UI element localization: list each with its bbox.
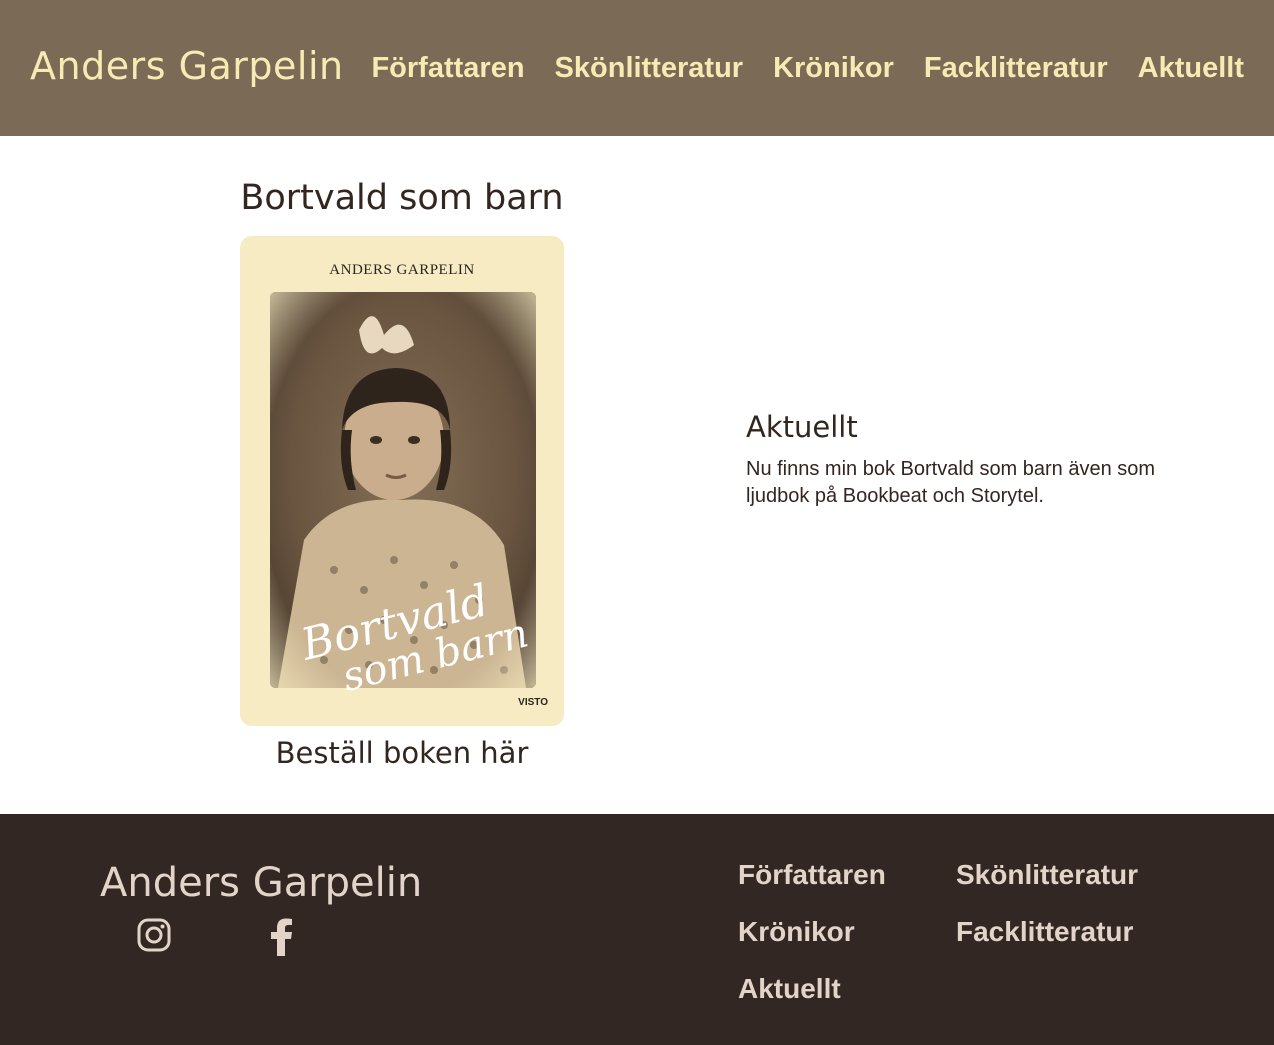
book-title: Bortvald som barn xyxy=(240,178,564,218)
main-nav: Författaren Skönlitteratur Krönikor Fack… xyxy=(371,52,1244,85)
footer-nav-kronikor[interactable]: Krönikor xyxy=(738,913,956,950)
cover-title-script: Bortvald som barn xyxy=(295,575,533,701)
site-header: Anders Garpelin Författaren Skönlitterat… xyxy=(0,0,1274,136)
news-section: Aktuellt Nu finns min bok Bortvald som b… xyxy=(746,410,1176,510)
footer-nav-aktuellt[interactable]: Aktuellt xyxy=(738,970,956,1007)
footer-nav-forfattaren[interactable]: Författaren xyxy=(738,856,956,893)
nav-skonlitteratur[interactable]: Skönlitteratur xyxy=(555,52,744,85)
instagram-icon[interactable] xyxy=(137,918,171,956)
nav-kronikor[interactable]: Krönikor xyxy=(773,52,894,85)
site-logo[interactable]: Anders Garpelin xyxy=(30,44,344,88)
order-book-link[interactable]: Beställ boken här xyxy=(240,736,564,770)
nav-aktuellt[interactable]: Aktuellt xyxy=(1138,52,1244,85)
book-section: Bortvald som barn ANDERS GARPELIN Bortva… xyxy=(240,178,564,770)
footer-nav-facklitteratur[interactable]: Facklitteratur xyxy=(956,913,1174,950)
nav-facklitteratur[interactable]: Facklitteratur xyxy=(924,52,1108,85)
footer-nav: Författaren Skönlitteratur Krönikor Fack… xyxy=(738,856,1174,1007)
nav-forfattaren[interactable]: Författaren xyxy=(371,52,524,85)
footer-logo[interactable]: Anders Garpelin xyxy=(100,860,422,906)
footer-nav-skonlitteratur[interactable]: Skönlitteratur xyxy=(956,856,1174,893)
site-footer: Anders Garpelin Författaren Skönlitterat… xyxy=(0,814,1274,1045)
cover-publisher: VISTO xyxy=(518,697,548,708)
book-cover[interactable]: ANDERS GARPELIN Bortvald som barn VISTO xyxy=(240,236,564,726)
news-heading: Aktuellt xyxy=(746,410,858,444)
news-text: Nu finns min bok Bortvald som barn även … xyxy=(746,458,1156,507)
facebook-icon[interactable] xyxy=(268,918,294,960)
